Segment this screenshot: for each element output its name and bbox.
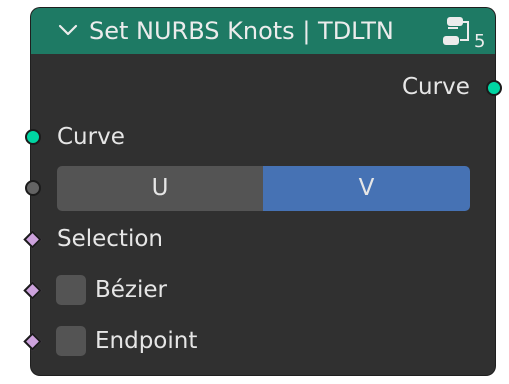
output-curve-socket[interactable] — [486, 80, 502, 96]
selection-label: Selection — [57, 226, 163, 252]
node-group-users-icon[interactable] — [441, 14, 473, 48]
input-curve-label: Curve — [57, 124, 125, 150]
endpoint-label: Endpoint — [95, 328, 198, 354]
output-curve-label: Curve — [402, 74, 470, 100]
option-v-button[interactable]: V — [263, 166, 470, 211]
input-curve-socket[interactable] — [25, 129, 41, 145]
bezier-label: Bézier — [95, 277, 167, 303]
node-header[interactable]: Set NURBS Knots | TDLTN 5 — [31, 8, 495, 54]
option-u-button[interactable]: U — [57, 166, 263, 211]
endpoint-checkbox[interactable] — [56, 326, 86, 356]
node-title: Set NURBS Knots | TDLTN — [89, 17, 394, 45]
direction-socket[interactable] — [25, 180, 41, 196]
direction-toggle[interactable]: U V — [57, 166, 470, 211]
chevron-down-icon[interactable] — [57, 22, 79, 38]
bezier-checkbox[interactable] — [56, 275, 86, 305]
user-count: 5 — [474, 31, 486, 52]
